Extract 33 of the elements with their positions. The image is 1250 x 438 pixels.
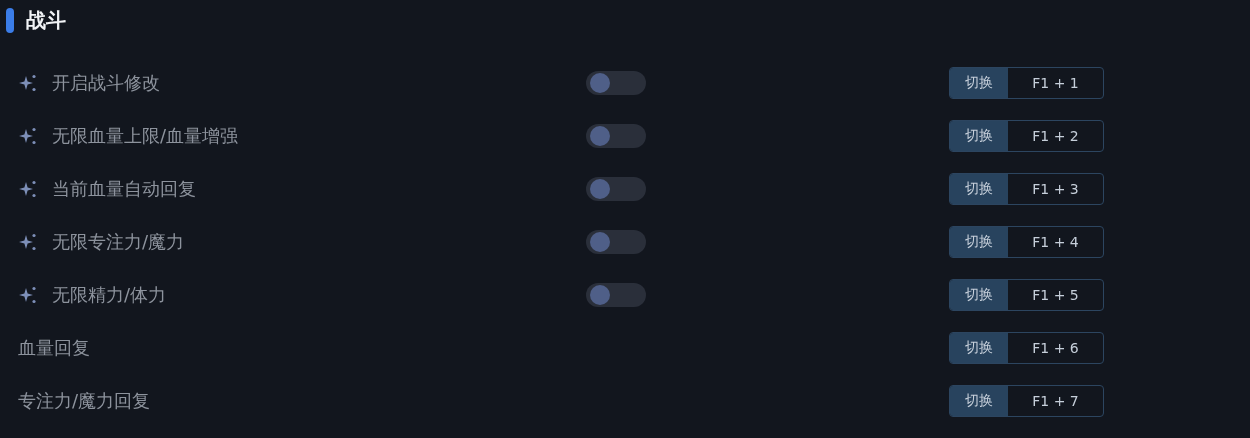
switch-button[interactable]: 切换: [950, 385, 1008, 416]
option-label: 血量回复: [18, 335, 90, 360]
sparkle-icon: [18, 178, 38, 199]
hotkey-keys: F1 + 4: [1008, 226, 1103, 257]
hotkey-keys: F1 + 2: [1008, 120, 1103, 151]
switch-button[interactable]: 切换: [950, 279, 1008, 310]
option-label: 开启战斗修改: [52, 70, 160, 95]
option-label: 无限血量上限/血量增强: [52, 123, 239, 148]
switch-button[interactable]: 切换: [950, 173, 1008, 204]
option-label: 当前血量自动回复: [52, 176, 196, 201]
switch-button[interactable]: 切换: [950, 67, 1008, 98]
toggle-switch[interactable]: [586, 282, 646, 307]
toggle-switch[interactable]: [586, 229, 646, 254]
sparkle-icon: [18, 125, 38, 146]
sparkle-icon: [18, 231, 38, 252]
section-title: 战斗: [26, 8, 66, 33]
hotkey-keys: F1 + 1: [1008, 67, 1103, 98]
switch-button[interactable]: 切换: [950, 332, 1008, 363]
option-label: 无限精力/体力: [52, 282, 167, 307]
switch-button[interactable]: 切换: [950, 226, 1008, 257]
hotkey-keys: F1 + 6: [1008, 332, 1103, 363]
switch-button[interactable]: 切换: [950, 120, 1008, 151]
sparkle-icon: [18, 284, 38, 305]
hotkey-keys: F1 + 7: [1008, 385, 1103, 416]
option-label: 专注力/魔力回复: [18, 388, 151, 413]
section-accent-bar: [6, 8, 14, 33]
hotkey-keys: F1 + 5: [1008, 279, 1103, 310]
hotkey-keys: F1 + 3: [1008, 173, 1103, 204]
option-label: 无限专注力/魔力: [52, 229, 185, 254]
toggle-switch[interactable]: [586, 176, 646, 201]
sparkle-icon: [18, 72, 38, 93]
toggle-switch[interactable]: [586, 70, 646, 95]
toggle-switch[interactable]: [586, 123, 646, 148]
